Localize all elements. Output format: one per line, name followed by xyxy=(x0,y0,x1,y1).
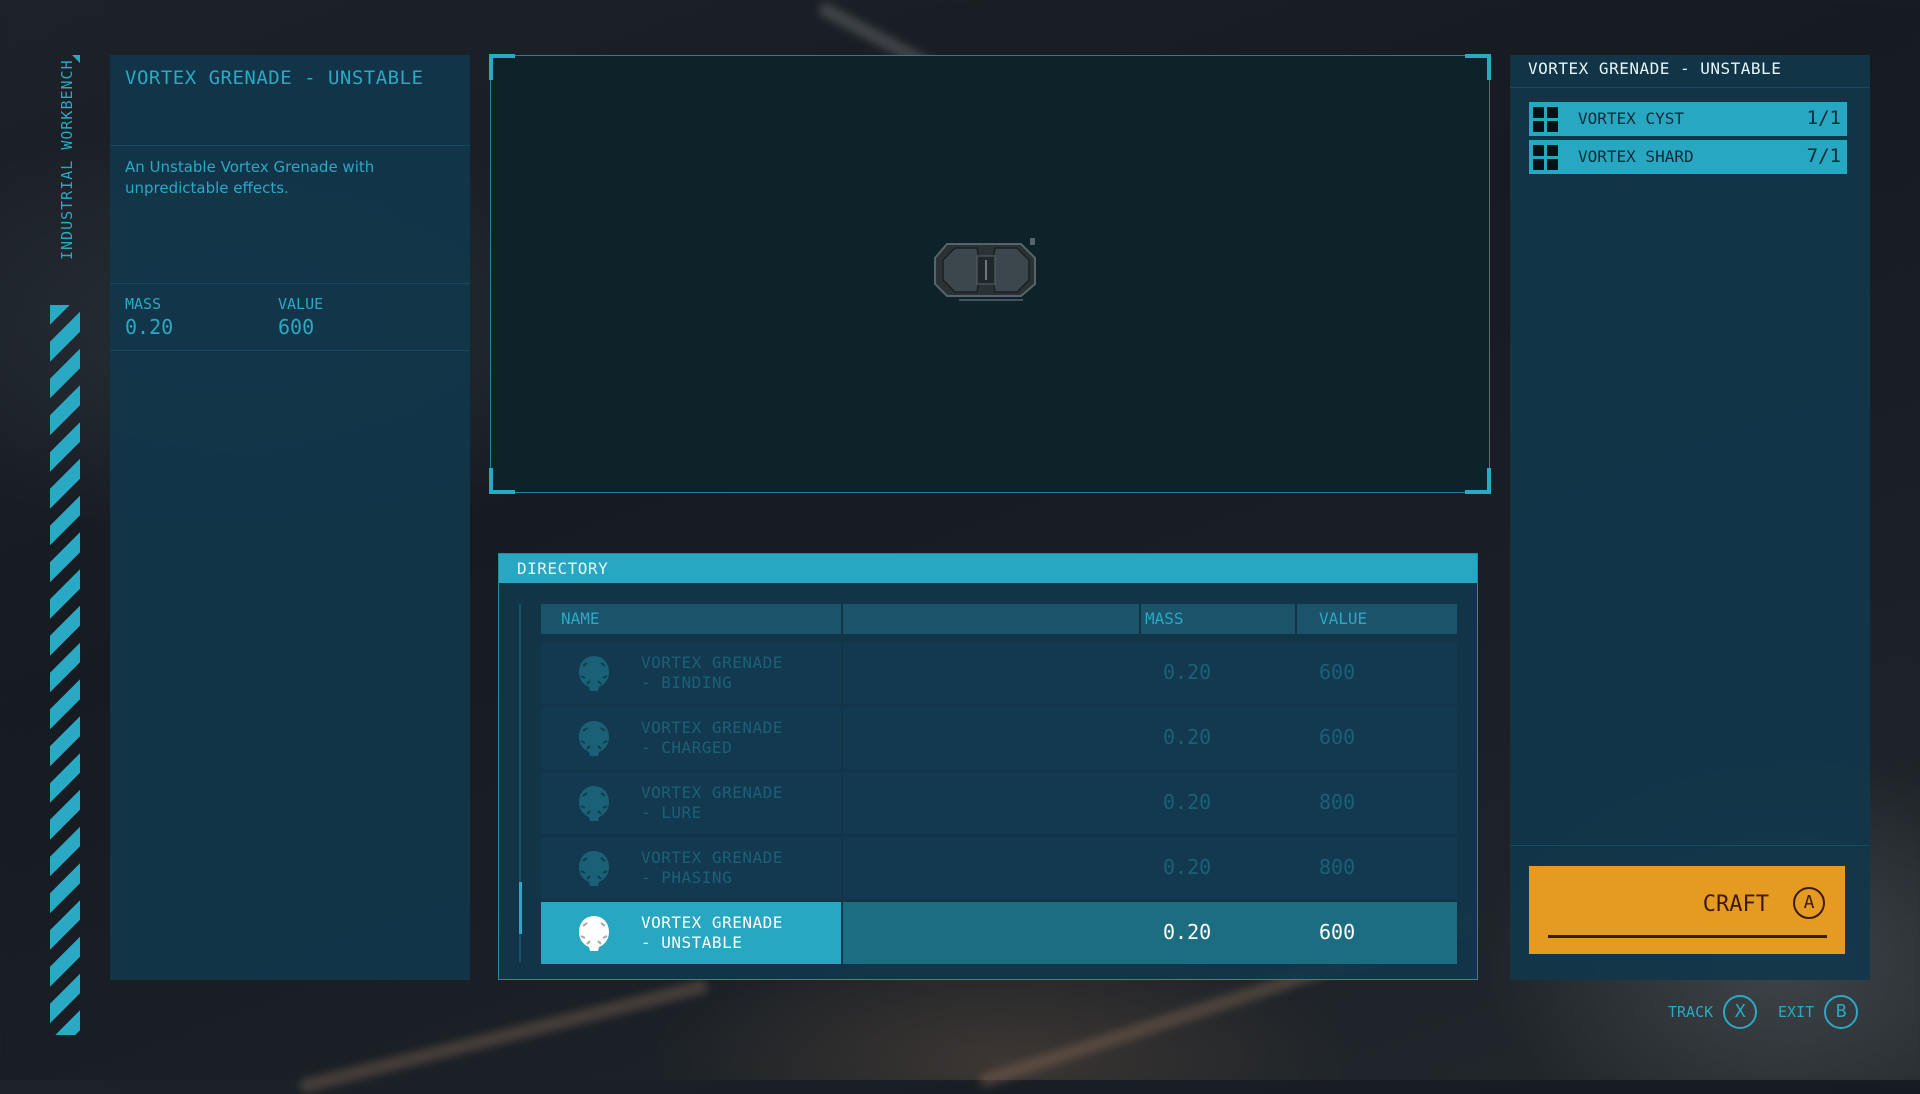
resource-grid-icon xyxy=(1533,145,1558,170)
track-label: TRACK xyxy=(1668,1003,1714,1021)
item-name-line1: VORTEX GRENADE xyxy=(641,783,783,802)
item-name: VORTEX GRENADE - LURE xyxy=(641,783,783,823)
hazard-stripes xyxy=(50,305,80,1035)
ingredient-row[interactable]: VORTEX SHARD 7/1 xyxy=(1529,140,1847,174)
item-mass: 0.20 xyxy=(1163,920,1212,944)
column-header-name[interactable]: NAME xyxy=(541,604,841,634)
item-info-panel: VORTEX GRENADE - UNSTABLE An Unstable Vo… xyxy=(110,55,470,980)
item-name-line1: VORTEX GRENADE xyxy=(641,913,783,932)
directory-panel: DIRECTORY NAME MASS VALUE VORTEX GRENADE… xyxy=(498,553,1478,980)
row-detail-cell xyxy=(843,772,1457,834)
row-detail-cell xyxy=(843,707,1457,769)
grenade-icon xyxy=(579,721,609,756)
ingredient-name: VORTEX SHARD xyxy=(1578,147,1694,166)
item-value: 600 xyxy=(1319,725,1356,749)
exit-button[interactable]: EXIT B xyxy=(1778,994,1859,1030)
directory-header: DIRECTORY xyxy=(499,554,1477,583)
recipe-title: VORTEX GRENADE - UNSTABLE xyxy=(1528,59,1782,78)
workbench-title: INDUSTRIAL WORKBENCH xyxy=(58,59,76,260)
item-name: VORTEX GRENADE - CHARGED xyxy=(641,718,783,758)
directory-row[interactable]: VORTEX GRENADE - UNSTABLE 0.20 600 xyxy=(541,902,1457,964)
item-name-line2: - LURE xyxy=(641,803,702,822)
row-detail-cell xyxy=(843,837,1457,899)
name-cell: VORTEX GRENADE - LURE xyxy=(541,772,841,834)
directory-row[interactable]: VORTEX GRENADE - CHARGED 0.20 600 xyxy=(541,707,1457,769)
ingredient-name: VORTEX CYST xyxy=(1578,109,1684,128)
ingredient-count: 1/1 xyxy=(1806,107,1841,129)
directory-row[interactable]: VORTEX GRENADE - LURE 0.20 800 xyxy=(541,772,1457,834)
row-detail-cell xyxy=(843,642,1457,704)
divider xyxy=(1510,87,1870,88)
item-mass: 0.20 xyxy=(1163,725,1212,749)
item-mass: 0.20 xyxy=(1163,660,1212,684)
item-value: 600 xyxy=(1319,920,1356,944)
name-cell: VORTEX GRENADE - CHARGED xyxy=(541,707,841,769)
grenade-icon xyxy=(579,786,609,821)
grenade-icon xyxy=(579,851,609,886)
item-name: VORTEX GRENADE - UNSTABLE xyxy=(641,913,783,953)
grenade-icon xyxy=(579,656,609,691)
item-name-line1: VORTEX GRENADE xyxy=(641,718,783,737)
craft-button[interactable]: CRAFT A xyxy=(1529,866,1845,954)
recipe-panel: VORTEX GRENADE - UNSTABLE VORTEX CYST 1/… xyxy=(1510,55,1870,980)
track-button[interactable]: TRACK X xyxy=(1668,994,1758,1030)
item-name-line2: - PHASING xyxy=(641,868,733,887)
item-name-line2: - BINDING xyxy=(641,673,733,692)
corner-bracket xyxy=(489,54,515,80)
directory-row[interactable]: VORTEX GRENADE - BINDING 0.20 600 xyxy=(541,642,1457,704)
row-detail-cell xyxy=(843,902,1457,964)
column-header-value[interactable]: VALUE xyxy=(1297,604,1457,634)
corner-bracket xyxy=(1465,468,1491,494)
column-header-mass[interactable]: MASS xyxy=(1141,604,1295,634)
item-mass: 0.20 xyxy=(1163,855,1212,879)
name-cell: VORTEX GRENADE - BINDING xyxy=(541,642,841,704)
item-mass: 0.20 xyxy=(1163,790,1212,814)
vortex-grenade-model-icon xyxy=(934,238,1036,301)
mass-value: 0.20 xyxy=(125,315,174,339)
grenade-icon xyxy=(579,916,609,951)
mass-label: MASS xyxy=(125,295,162,313)
ingredient-row[interactable]: VORTEX CYST 1/1 xyxy=(1529,102,1847,136)
background-light-streak xyxy=(298,978,710,1094)
directory-title: DIRECTORY xyxy=(517,559,609,578)
craft-progress-bar xyxy=(1548,935,1827,938)
scrollbar-thumb[interactable] xyxy=(519,882,522,934)
item-name: VORTEX GRENADE - PHASING xyxy=(641,848,783,888)
corner-bracket xyxy=(1465,54,1491,80)
item-value: 600 xyxy=(1319,660,1356,684)
mass-stat: MASS 0.20 xyxy=(125,295,173,339)
item-description: An Unstable Vortex Grenade with unpredic… xyxy=(125,158,375,197)
exit-label: EXIT xyxy=(1778,1003,1815,1021)
button-x-icon: X xyxy=(1723,995,1758,1029)
item-title: VORTEX GRENADE - UNSTABLE xyxy=(125,67,424,89)
item-value: 800 xyxy=(1319,790,1356,814)
corner-bracket xyxy=(489,468,515,494)
name-cell: VORTEX GRENADE - UNSTABLE xyxy=(541,902,841,964)
item-name-line1: VORTEX GRENADE xyxy=(641,848,783,867)
divider xyxy=(110,283,470,284)
item-name-line2: - CHARGED xyxy=(641,738,733,757)
resource-grid-icon xyxy=(1533,107,1558,132)
item-name: VORTEX GRENADE - BINDING xyxy=(641,653,783,693)
directory-row[interactable]: VORTEX GRENADE - PHASING 0.20 800 xyxy=(541,837,1457,899)
divider xyxy=(1510,845,1870,846)
divider xyxy=(110,145,470,146)
item-name-line1: VORTEX GRENADE xyxy=(641,653,783,672)
item-preview-viewport[interactable] xyxy=(489,54,1491,494)
item-value: 800 xyxy=(1319,855,1356,879)
value-stat: VALUE 600 xyxy=(278,295,323,339)
column-header-blank xyxy=(843,604,1139,634)
value-label: VALUE xyxy=(278,295,324,313)
item-name-line2: - UNSTABLE xyxy=(641,933,743,952)
value-value: 600 xyxy=(278,315,315,339)
name-cell: VORTEX GRENADE - PHASING xyxy=(541,837,841,899)
ingredient-count: 7/1 xyxy=(1806,145,1841,167)
button-b-icon: B xyxy=(1824,995,1859,1029)
button-a-icon: A xyxy=(1793,887,1825,919)
craft-label: CRAFT xyxy=(1702,892,1769,917)
divider xyxy=(110,350,470,351)
